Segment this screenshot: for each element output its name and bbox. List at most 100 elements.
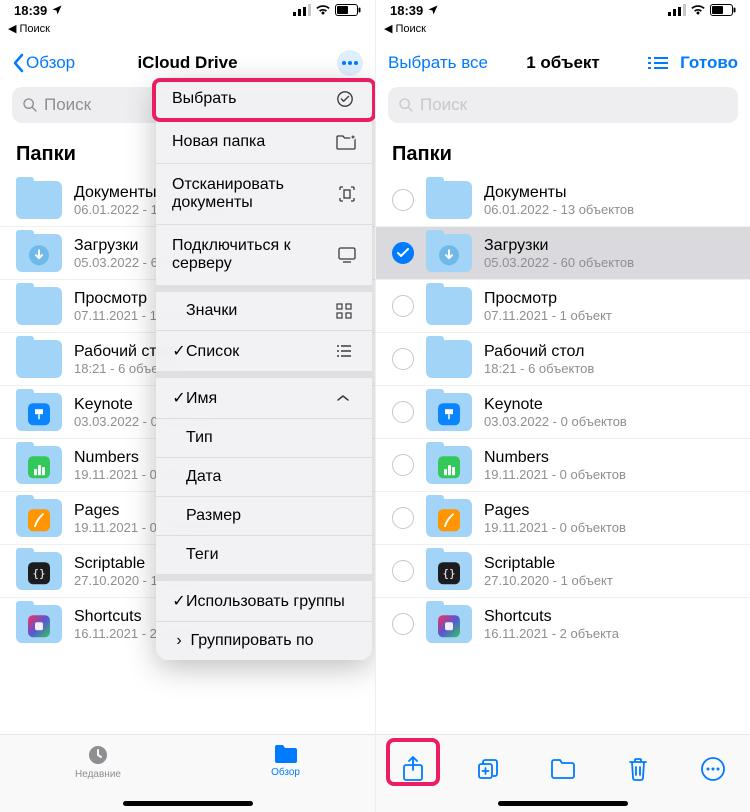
folder-row[interactable]: Загрузки05.03.2022 - 60 объектов [376, 226, 750, 279]
menu-new-folder[interactable]: Новая папка [156, 121, 372, 163]
menu-connect-server[interactable]: Подключиться к серверу [156, 225, 372, 285]
duplicate-button[interactable] [468, 749, 508, 789]
folder-name: Pages [484, 502, 626, 520]
selection-radio[interactable] [392, 507, 414, 529]
chevron-left-icon [12, 53, 24, 73]
menu-sort-size[interactable]: Размер [156, 497, 372, 535]
battery-icon [335, 4, 361, 16]
home-indicator[interactable] [498, 801, 628, 806]
folder-icon [550, 758, 576, 780]
menu-view-list[interactable]: ✓Список [156, 331, 372, 371]
selection-radio[interactable] [392, 401, 414, 423]
phone-right: 18:39 ◀ Поиск Выбрать все 1 объект Готов… [375, 0, 750, 812]
folder-thumbnail [16, 340, 62, 378]
menu-use-groups[interactable]: ✓Использовать группы [156, 581, 372, 621]
wifi-icon [690, 4, 706, 16]
menu-group-by[interactable]: › Группировать по [156, 622, 372, 660]
folder-row[interactable]: {}Scriptable27.10.2020 - 1 объект [376, 544, 750, 597]
share-icon [402, 756, 424, 782]
selection-radio[interactable] [392, 295, 414, 317]
section-header: Папки [376, 133, 750, 174]
folder-subtitle: 19.11.2021 - 0 объектов [484, 520, 626, 535]
wifi-icon [315, 4, 331, 16]
folder-subtitle: 07.11.2021 - 1 объект [484, 308, 612, 323]
menu-view-icons[interactable]: Значки [156, 292, 372, 330]
status-bar: 18:39 [376, 0, 750, 20]
back-to-search[interactable]: ◀ Поиск [376, 20, 750, 41]
folder-row[interactable]: Numbers19.11.2021 - 0 объектов [376, 438, 750, 491]
selection-radio[interactable] [392, 189, 414, 211]
tab-recent[interactable]: Недавние [75, 743, 121, 812]
folder-name: Shortcuts [484, 608, 619, 626]
ellipsis-circle-icon [700, 756, 726, 782]
folder-plus-icon [336, 134, 356, 150]
view-list-icon[interactable] [654, 57, 668, 69]
folder-name: Keynote [484, 396, 627, 414]
folder-thumbnail [16, 287, 62, 325]
folder-row[interactable]: Просмотр07.11.2021 - 1 объект [376, 279, 750, 332]
context-menu: Выбрать Новая папка Отсканировать докуме… [156, 78, 372, 660]
status-bar: 18:39 [0, 0, 375, 20]
menu-sort-date[interactable]: Дата [156, 458, 372, 496]
folder-subtitle: 27.10.2020 - 1 объект [484, 573, 613, 588]
trash-icon [627, 757, 649, 781]
folder-name: Документы [484, 184, 634, 202]
folder-subtitle: 03.03.2022 - 0 объектов [484, 414, 627, 429]
display-icon [338, 247, 356, 263]
location-icon [51, 4, 63, 16]
ellipsis-icon [342, 61, 358, 65]
grid-icon [336, 303, 356, 319]
select-all-button[interactable]: Выбрать все [388, 53, 488, 73]
folder-row[interactable]: Рабочий стол18:21 - 6 объектов [376, 332, 750, 385]
folder-row[interactable]: Pages19.11.2021 - 0 объектов [376, 491, 750, 544]
folder-thumbnail: {} [426, 552, 472, 590]
folder-row[interactable]: Shortcuts16.11.2021 - 2 объекта [376, 597, 750, 650]
done-button[interactable]: Готово [680, 53, 738, 73]
search-input[interactable]: Поиск [388, 87, 738, 123]
folder-name: Рабочий стол [484, 343, 594, 361]
selection-radio[interactable] [392, 613, 414, 635]
selection-radio[interactable] [392, 454, 414, 476]
back-button[interactable]: Обзор [12, 53, 75, 73]
home-indicator[interactable] [123, 801, 253, 806]
folder-subtitle: 19.11.2021 - 0 объектов [484, 467, 626, 482]
list-icon [336, 344, 356, 358]
folder-thumbnail [16, 499, 62, 537]
folder-name: Загрузки [484, 237, 634, 255]
tab-browse[interactable]: Обзор [271, 743, 300, 812]
search-placeholder: Поиск [44, 95, 91, 115]
folder-thumbnail [426, 446, 472, 484]
folder-subtitle: 05.03.2022 - 60 объектов [484, 255, 634, 270]
move-button[interactable] [543, 749, 583, 789]
search-placeholder: Поиск [420, 95, 467, 115]
more-button[interactable] [337, 50, 363, 76]
folder-row[interactable]: Документы06.01.2022 - 13 объектов [376, 174, 750, 226]
folder-icon [273, 743, 299, 765]
folder-name: Numbers [484, 449, 626, 467]
menu-select[interactable]: Выбрать [156, 78, 372, 120]
folder-row[interactable]: Keynote03.03.2022 - 0 объектов [376, 385, 750, 438]
scan-icon [338, 185, 356, 203]
menu-scan-documents[interactable]: Отсканировать документы [156, 164, 372, 224]
more-button[interactable] [693, 749, 733, 789]
back-to-search[interactable]: ◀ Поиск [0, 20, 375, 41]
selection-radio[interactable] [392, 348, 414, 370]
delete-button[interactable] [618, 749, 658, 789]
folder-thumbnail [426, 287, 472, 325]
status-time: 18:39 [14, 3, 47, 18]
folder-subtitle: 18:21 - 6 объектов [484, 361, 594, 376]
nav-title: iCloud Drive [137, 53, 237, 73]
selection-radio[interactable] [392, 560, 414, 582]
cellular-icon [668, 4, 686, 16]
share-button[interactable] [393, 749, 433, 789]
folder-thumbnail [426, 499, 472, 537]
folder-thumbnail [16, 234, 62, 272]
folder-thumbnail [426, 234, 472, 272]
battery-icon [710, 4, 736, 16]
duplicate-icon [476, 757, 500, 781]
menu-sort-type[interactable]: Тип [156, 419, 372, 457]
folder-list: Документы06.01.2022 - 13 объектовЗагрузк… [376, 174, 750, 650]
menu-sort-name[interactable]: ✓Имя [156, 378, 372, 418]
menu-sort-tags[interactable]: Теги [156, 536, 372, 574]
selection-radio[interactable] [392, 242, 414, 264]
